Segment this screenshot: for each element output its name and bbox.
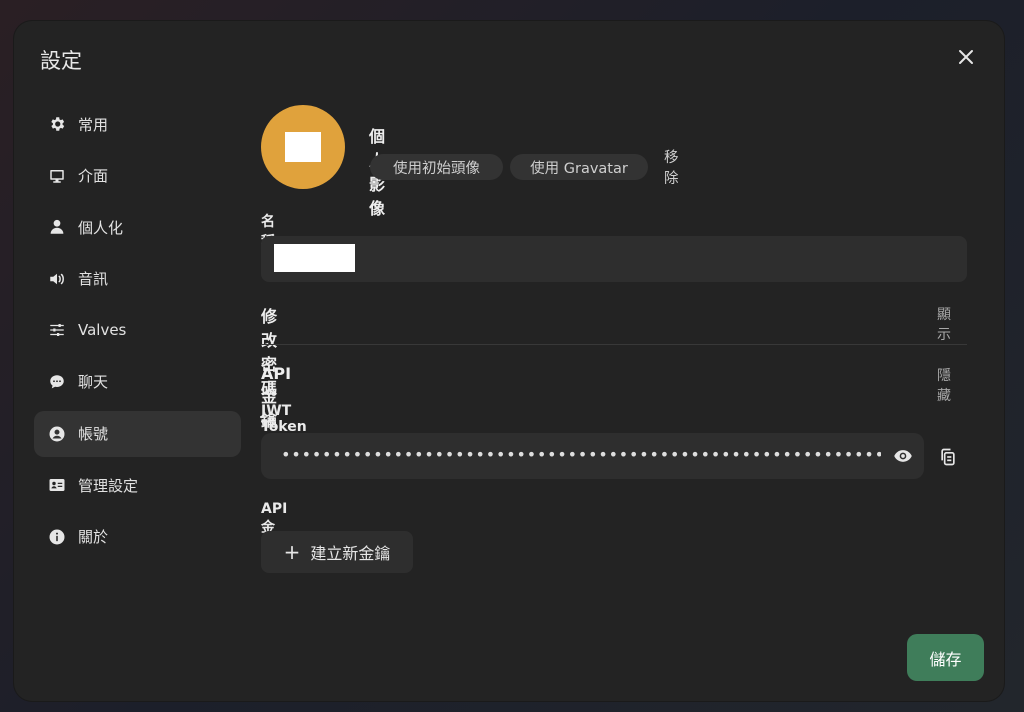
sidebar-item-about[interactable]: 關於 [34, 514, 241, 560]
sidebar-item-label: 聊天 [78, 373, 109, 392]
plus-icon: + [283, 540, 301, 564]
name-value [274, 244, 355, 272]
create-new-key-button[interactable]: + 建立新金鑰 [261, 531, 413, 573]
copy-icon[interactable] [938, 447, 958, 467]
sliders-icon [48, 321, 66, 339]
info-icon [48, 528, 66, 546]
close-icon [958, 49, 974, 69]
sidebar-item-account[interactable]: 帳號 [34, 410, 241, 457]
sidebar-item-label: 個人化 [78, 218, 124, 237]
settings-dialog: 設定 常用 介面 個人化 音訊 Valves 聊天 帳號 管理設定 關於 個 影… [14, 21, 1004, 701]
save-button[interactable]: 儲存 [907, 634, 984, 681]
speaker-icon [48, 270, 66, 288]
gear-icon [48, 115, 66, 133]
use-gravatar-button[interactable]: 使用 Gravatar [510, 154, 648, 180]
avatar-image [285, 132, 321, 162]
jwt-token-label: JWT Token [261, 403, 307, 435]
avatar[interactable] [261, 105, 345, 189]
sidebar-item-label: 關於 [78, 528, 109, 547]
sidebar-item-audio[interactable]: 音訊 [34, 256, 241, 302]
settings-sidebar: 常用 介面 個人化 音訊 Valves 聊天 帳號 管理設定 關於 [34, 101, 241, 565]
remove-avatar-button[interactable]: 移除 [664, 150, 679, 187]
sidebar-item-label: 管理設定 [78, 476, 139, 495]
sidebar-item-label: 音訊 [78, 270, 109, 289]
hide-api-keys-button[interactable]: 隱藏 [937, 365, 951, 405]
sidebar-item-personalization[interactable]: 個人化 [34, 204, 241, 250]
chat-bubble-icon [48, 373, 66, 391]
sidebar-item-general[interactable]: 常用 [34, 101, 241, 147]
sidebar-item-label: 常用 [78, 115, 109, 134]
monitor-icon [48, 167, 66, 185]
use-initials-button[interactable]: 使用初始頭像 [370, 154, 503, 180]
user-icon [48, 218, 66, 236]
create-new-key-label: 建立新金鑰 [310, 544, 391, 563]
divider [261, 344, 967, 345]
user-circle-icon [48, 425, 66, 443]
jwt-token-field[interactable]: ••••••••••••••••••••••••••••••••••••••••… [261, 433, 924, 479]
sidebar-item-chat[interactable]: 聊天 [34, 359, 241, 405]
id-card-icon [48, 476, 66, 494]
sidebar-item-label: 介面 [78, 167, 109, 186]
sidebar-item-valves[interactable]: Valves [34, 307, 241, 353]
show-password-button[interactable]: 顯示 [937, 304, 951, 344]
sidebar-item-label: Valves [78, 321, 127, 340]
jwt-token-value: ••••••••••••••••••••••••••••••••••••••••… [281, 445, 881, 464]
dialog-title: 設定 [40, 49, 82, 73]
eye-icon[interactable] [893, 447, 913, 465]
sidebar-item-interface[interactable]: 介面 [34, 153, 241, 199]
name-field[interactable] [261, 236, 967, 282]
sidebar-item-admin-settings[interactable]: 管理設定 [34, 462, 241, 508]
sidebar-item-label: 帳號 [78, 425, 109, 444]
close-button[interactable] [956, 49, 976, 69]
